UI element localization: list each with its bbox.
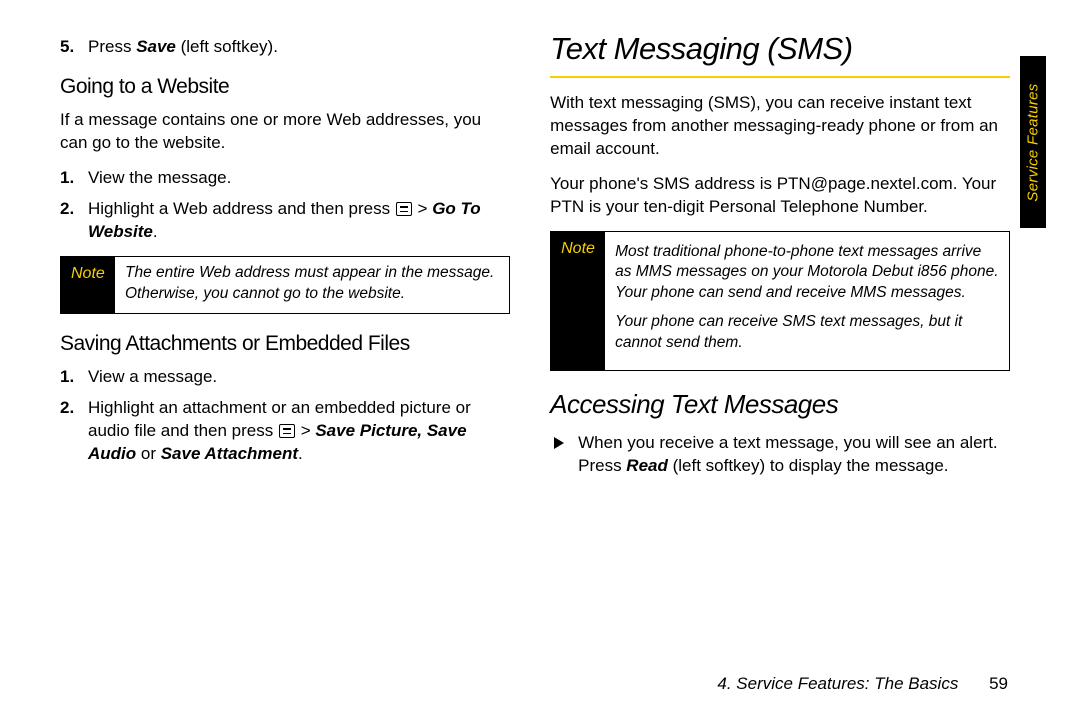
step-text: Highlight a Web address and then press >… [88,199,481,241]
note-label: Note [61,257,115,313]
step-2: 2. Highlight a Web address and then pres… [88,198,510,244]
subheading-going-to-website: Going to a Website [60,73,510,101]
right-column: Text Messaging (SMS) With text messaging… [550,28,1010,486]
note-box: Note The entire Web address must appear … [60,256,510,314]
website-steps: 1. View the message. 2. Highlight a Web … [60,167,510,244]
paragraph: If a message contains one or more Web ad… [60,109,510,155]
note-body: The entire Web address must appear in th… [115,257,509,313]
step-number: 2. [60,198,74,221]
continued-steps: 5. Press Save (left softkey). [60,36,510,59]
bullet-list: When you receive a text message, you wil… [550,432,1010,478]
step-number: 1. [60,366,74,389]
note-body: Most traditional phone-to-phone text mes… [605,232,1009,371]
step-5: 5. Press Save (left softkey). [88,36,510,59]
left-column: 5. Press Save (left softkey). Going to a… [60,28,510,486]
step-text: View the message. [88,168,231,187]
subheading-saving-attachments: Saving Attachments or Embedded Files [60,330,510,358]
manual-page: Service Features 5. Press Save (left sof… [0,0,1080,720]
step-text: Press Save (left softkey). [88,37,278,56]
paragraph: Your phone's SMS address is PTN@page.nex… [550,173,1010,219]
page-footer: 4. Service Features: The Basics 59 [717,674,1008,694]
step-number: 1. [60,167,74,190]
note-paragraph: Your phone can receive SMS text messages… [615,312,1001,354]
note-paragraph: Most traditional phone-to-phone text mes… [615,242,1001,305]
note-label: Note [551,232,605,371]
step-number: 2. [60,397,74,420]
chapter-title: 4. Service Features: The Basics [717,674,958,693]
menu-key-icon [279,424,295,438]
step-text: Highlight an attachment or an embedded p… [88,398,471,463]
yellow-underline [550,76,1010,78]
two-column-layout: 5. Press Save (left softkey). Going to a… [60,28,1010,486]
step-text: View a message. [88,367,217,386]
paragraph: With text messaging (SMS), you can recei… [550,92,1010,161]
step-2: 2. Highlight an attachment or an embedde… [88,397,510,466]
attachment-steps: 1. View a message. 2. Highlight an attac… [60,366,510,466]
bullet-item: When you receive a text message, you wil… [578,432,1010,478]
step-1: 1. View the message. [88,167,510,190]
step-1: 1. View a message. [88,366,510,389]
heading-text-messaging: Text Messaging (SMS) [550,28,1010,70]
page-number: 59 [989,674,1008,693]
subheading-accessing-text-messages: Accessing Text Messages [550,387,1010,422]
step-number: 5. [60,36,74,59]
menu-key-icon [396,202,412,216]
note-box: Note Most traditional phone-to-phone tex… [550,231,1010,372]
section-tab: Service Features [1020,56,1046,228]
section-tab-label: Service Features [1025,83,1042,201]
